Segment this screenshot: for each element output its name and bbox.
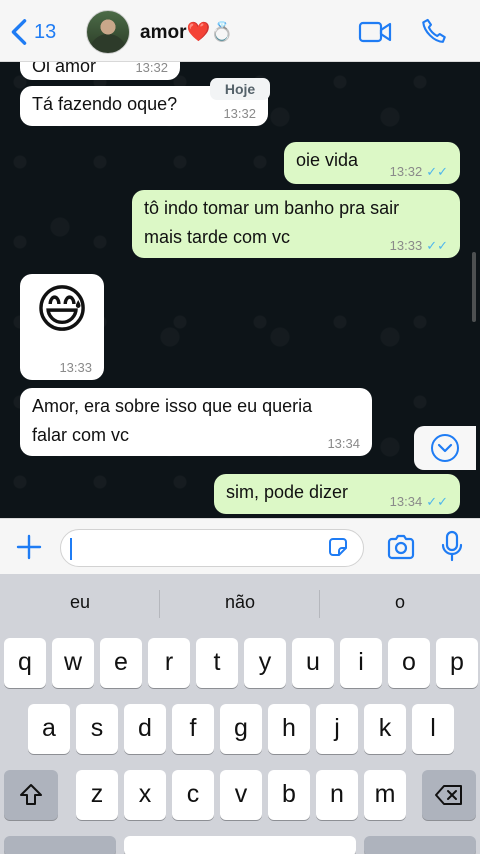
key-j[interactable]: j	[316, 704, 358, 754]
attach-button[interactable]	[14, 532, 44, 567]
shift-arrow-icon	[20, 784, 42, 805]
message-incoming[interactable]: Oi amor 13:32	[20, 62, 180, 80]
shift-key[interactable]	[4, 770, 58, 820]
sticker-button[interactable]	[326, 535, 350, 564]
backspace-key[interactable]	[422, 770, 476, 820]
message-incoming-emoji[interactable]: 😅 13:33	[20, 274, 104, 380]
avatar[interactable]	[86, 10, 130, 54]
message-time: 13:32 ✓✓	[390, 164, 448, 180]
message-time: 13:32	[135, 62, 168, 75]
camera-button[interactable]	[386, 533, 416, 566]
video-call-button[interactable]	[358, 20, 392, 49]
chevron-down-circle-icon	[431, 434, 459, 462]
key-h[interactable]: h	[268, 704, 310, 754]
message-time: 13:32	[223, 106, 256, 121]
sticker-icon	[329, 538, 347, 556]
plus-icon	[16, 534, 42, 560]
message-time: 13:34 ✓✓	[390, 494, 448, 510]
key-r[interactable]: r	[148, 638, 190, 688]
message-input[interactable]	[60, 529, 364, 567]
key-a[interactable]: a	[28, 704, 70, 754]
message-input-bar	[0, 518, 480, 574]
chat-header: 13 amor❤️💍	[0, 0, 480, 62]
numbers-key[interactable]	[4, 836, 116, 854]
message-time-value: 13:34	[389, 494, 423, 509]
key-p[interactable]: p	[436, 638, 478, 688]
contact-name[interactable]: amor❤️💍	[140, 20, 234, 44]
phone-icon	[422, 18, 446, 43]
back-button[interactable]: 13	[10, 18, 56, 46]
key-o[interactable]: o	[388, 638, 430, 688]
suggestion-2[interactable]: não	[160, 592, 320, 613]
return-key[interactable]	[364, 836, 476, 854]
message-time: 13:33	[59, 360, 92, 375]
message-time: 13:33 ✓✓	[390, 238, 448, 254]
text-cursor	[70, 538, 72, 560]
key-y[interactable]: y	[244, 638, 286, 688]
key-w[interactable]: w	[52, 638, 94, 688]
message-text: oie vida	[296, 150, 359, 170]
message-text-line: Amor, era sobre isso que eu queria	[32, 396, 313, 416]
key-e[interactable]: e	[100, 638, 142, 688]
camera-icon	[387, 534, 415, 560]
backspace-icon	[435, 785, 462, 805]
key-v[interactable]: v	[220, 770, 262, 820]
message-outgoing[interactable]: sim, pode dizer 13:34 ✓✓	[214, 474, 460, 514]
key-u[interactable]: u	[292, 638, 334, 688]
key-x[interactable]: x	[124, 770, 166, 820]
microphone-icon	[441, 530, 463, 562]
keyboard-suggestions: eu não o	[0, 574, 480, 636]
unread-count: 13	[34, 20, 57, 43]
emoji-sweat-smile: 😅	[34, 280, 90, 340]
space-key[interactable]	[124, 836, 356, 854]
chevron-left-icon	[11, 19, 27, 45]
message-outgoing[interactable]: tô indo tomar um banho pra sair mais tar…	[132, 190, 460, 258]
message-outgoing[interactable]: oie vida 13:32 ✓✓	[284, 142, 460, 184]
message-text-line: tô indo tomar um banho pra sair	[144, 198, 400, 218]
voice-call-button[interactable]	[420, 17, 448, 50]
key-n[interactable]: n	[316, 770, 358, 820]
key-b[interactable]: b	[268, 770, 310, 820]
read-ticks-icon: ✓✓	[426, 164, 448, 179]
key-k[interactable]: k	[364, 704, 406, 754]
read-ticks-icon: ✓✓	[426, 494, 448, 509]
message-text-line: falar com vc	[32, 425, 130, 445]
video-camera-icon	[358, 21, 392, 43]
key-f[interactable]: f	[172, 704, 214, 754]
key-d[interactable]: d	[124, 704, 166, 754]
message-text: Tá fazendo oque?	[32, 94, 178, 114]
suggestion-1[interactable]: eu	[0, 592, 160, 613]
message-time: 13:34	[327, 436, 360, 451]
microphone-button[interactable]	[440, 530, 464, 569]
suggestion-3[interactable]: o	[320, 592, 480, 613]
message-time-value: 13:32	[389, 164, 423, 179]
key-q[interactable]: q	[4, 638, 46, 688]
key-t[interactable]: t	[196, 638, 238, 688]
key-s[interactable]: s	[76, 704, 118, 754]
key-m[interactable]: m	[364, 770, 406, 820]
keyboard: eu não o q w e r t y u i o p a s d f g h…	[0, 574, 480, 854]
message-text: Oi amor	[32, 62, 97, 76]
message-text: sim, pode dizer	[226, 482, 349, 502]
key-i[interactable]: i	[340, 638, 382, 688]
chat-area[interactable]: Oi amor 13:32 Tá fazendo oque? 13:32 Hoj…	[0, 62, 480, 518]
key-z[interactable]: z	[76, 770, 118, 820]
message-time-value: 13:33	[389, 238, 423, 253]
message-incoming[interactable]: Amor, era sobre isso que eu queria falar…	[20, 388, 372, 456]
date-chip: Hoje	[210, 78, 270, 100]
scroll-to-bottom-button[interactable]	[414, 426, 476, 470]
key-l[interactable]: l	[412, 704, 454, 754]
scrollbar[interactable]	[472, 252, 476, 322]
read-ticks-icon: ✓✓	[426, 238, 448, 253]
key-c[interactable]: c	[172, 770, 214, 820]
key-g[interactable]: g	[220, 704, 262, 754]
